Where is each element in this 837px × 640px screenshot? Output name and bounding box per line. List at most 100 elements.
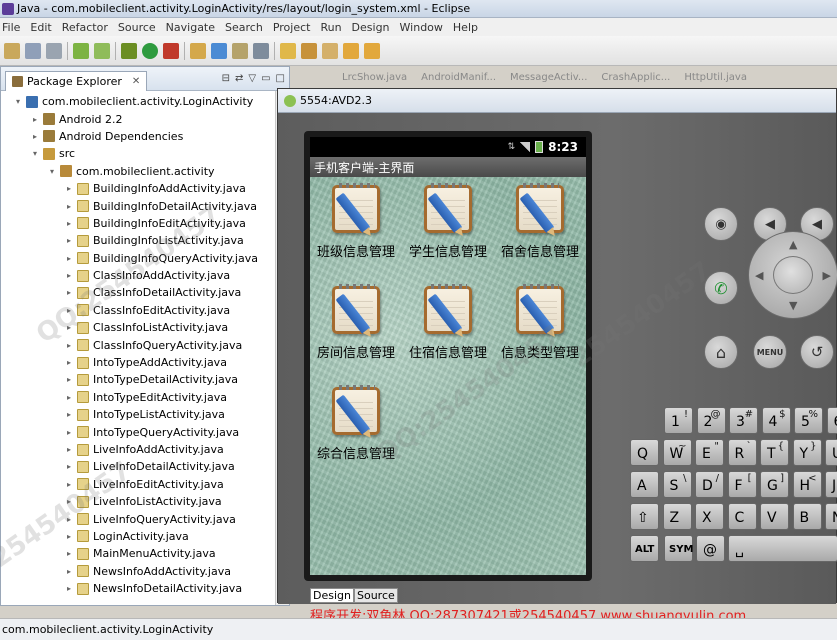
keyboard-key[interactable]: ALT (630, 535, 659, 562)
new-icon[interactable] (4, 42, 20, 59)
collapse-arrow-icon[interactable]: ▾ (30, 149, 40, 158)
menu-project[interactable]: Project (271, 21, 319, 34)
keyboard-key[interactable]: F[ (727, 471, 757, 498)
expand-arrow-icon[interactable]: ▸ (64, 532, 74, 541)
expand-arrow-icon[interactable]: ▸ (64, 549, 74, 558)
keyboard-key[interactable]: C (727, 503, 757, 530)
android-sdk-icon[interactable] (73, 42, 89, 59)
expand-arrow-icon[interactable]: ▸ (64, 375, 74, 384)
keyboard-key[interactable]: ␣ (728, 535, 837, 562)
menu-navigate[interactable]: Navigate (164, 21, 223, 34)
keyboard-key[interactable]: D / (695, 471, 724, 498)
tree-item[interactable]: ▸ LiveInfoListActivity.java (1, 493, 289, 510)
menu-window[interactable]: Window (398, 21, 451, 34)
search-icon[interactable] (253, 42, 269, 59)
keyboard-key[interactable]: U (825, 439, 837, 466)
package-explorer-tab[interactable]: Package Explorer ✕ (5, 70, 148, 91)
expand-arrow-icon[interactable]: ▸ (64, 584, 74, 593)
keyboard-key[interactable]: 3 # (729, 407, 758, 434)
call-icon[interactable]: ✆ (704, 271, 738, 305)
keyboard-key[interactable]: @ (696, 535, 725, 562)
new-java-package-icon[interactable] (190, 42, 206, 59)
back-icon[interactable]: ↺ (800, 335, 834, 369)
expand-arrow-icon[interactable]: ▸ (64, 184, 74, 193)
menu-search[interactable]: Search (223, 21, 271, 34)
expand-arrow-icon[interactable]: ▸ (64, 254, 74, 263)
expand-arrow-icon[interactable]: ▸ (64, 410, 74, 419)
tree-item[interactable]: ▸ BuildingInfoAddActivity.java (1, 180, 289, 197)
keyboard-key[interactable]: X (695, 503, 724, 530)
tree-item[interactable]: ▸ LiveInfoAddActivity.java (1, 441, 289, 458)
home-icon[interactable]: ⌂ (704, 335, 738, 369)
external-tools-icon[interactable] (163, 42, 179, 59)
camera-icon[interactable]: ◉ (704, 207, 738, 241)
dpad-center-button[interactable] (773, 256, 813, 294)
tree-item[interactable]: ▸ IntoTypeListActivity.java (1, 406, 289, 423)
keyboard-key[interactable]: R ` (727, 439, 757, 466)
back-arrow-icon[interactable] (343, 42, 359, 59)
keyboard-key[interactable]: E " (695, 439, 724, 466)
tree-item[interactable]: ▾ com.mobileclient.activity.LoginActivity (1, 93, 289, 110)
open-folder-icon[interactable] (280, 42, 296, 59)
editor-tab[interactable]: CrashApplic... (597, 70, 674, 90)
editor-tab[interactable]: MessageActiv... (506, 70, 591, 90)
tree-item[interactable]: ▸ ClassInfoDetailActivity.java (1, 284, 289, 301)
collapse-arrow-icon[interactable]: ▾ (47, 167, 57, 176)
keyboard-key[interactable]: B (792, 503, 822, 530)
expand-arrow-icon[interactable]: ▸ (64, 219, 74, 228)
menu-edit[interactable]: Edit (28, 21, 59, 34)
tree-item[interactable]: ▸ BuildingInfoQueryActivity.java (1, 250, 289, 267)
tree-item[interactable]: ▸ IntoTypeEditActivity.java (1, 389, 289, 406)
keyboard-key[interactable]: SYM (664, 535, 693, 562)
save-icon[interactable] (25, 42, 41, 59)
expand-arrow-icon[interactable]: ▸ (64, 236, 74, 245)
collapse-arrow-icon[interactable]: ▾ (13, 97, 23, 106)
expand-arrow-icon[interactable]: ▸ (30, 132, 40, 141)
tree-item[interactable]: ▾ com.mobileclient.activity (1, 163, 289, 180)
tree-item[interactable]: ▸ LoginActivity.java (1, 528, 289, 545)
editor-tab[interactable]: HttpUtil.java (680, 70, 751, 90)
tree-item[interactable]: ▸ Android Dependencies (1, 128, 289, 145)
expand-arrow-icon[interactable]: ▸ (64, 428, 74, 437)
collapse-all-icon[interactable]: ⊟ (222, 73, 230, 84)
expand-arrow-icon[interactable]: ▸ (64, 567, 74, 576)
dpad-right-icon[interactable]: ▶ (823, 269, 831, 282)
expand-arrow-icon[interactable]: ▸ (64, 271, 74, 280)
keyboard-key[interactable]: G] (760, 471, 789, 498)
link-with-editor-icon[interactable]: ⇄ (235, 73, 243, 84)
tree-item[interactable]: ▸ NewsInfoDetailActivity.java (1, 580, 289, 597)
dpad-down-icon[interactable]: ▼ (789, 299, 797, 312)
keyboard-key[interactable]: S \ (662, 471, 692, 498)
tab-source[interactable]: Source (353, 588, 398, 603)
menu-run[interactable]: Run (318, 21, 349, 34)
tree-item[interactable]: ▸ NewsInfoAddActivity.java (1, 563, 289, 580)
tree-item[interactable]: ▸ ClassInfoListActivity.java (1, 319, 289, 336)
keyboard-key[interactable]: 4 $ (761, 407, 791, 434)
editor-tab[interactable]: AndroidManif... (417, 70, 500, 90)
expand-arrow-icon[interactable]: ▸ (64, 462, 74, 471)
tree-item[interactable]: ▸ Android 2.2 (1, 110, 289, 127)
keyboard-key[interactable]: Q (630, 439, 659, 466)
keyboard-key[interactable]: 2 @ (696, 407, 726, 434)
menu-help[interactable]: Help (451, 21, 486, 34)
tree-item[interactable]: ▸ IntoTypeAddActivity.java (1, 354, 289, 371)
expand-arrow-icon[interactable]: ▸ (64, 445, 74, 454)
tree-item[interactable]: ▸ LiveInfoQueryActivity.java (1, 510, 289, 527)
print-icon[interactable] (46, 42, 62, 59)
tree-item[interactable]: ▸ ClassInfoQueryActivity.java (1, 336, 289, 353)
maximize-icon[interactable]: □ (276, 73, 285, 84)
expand-arrow-icon[interactable]: ▸ (64, 393, 74, 402)
dpad-left-icon[interactable]: ◀ (755, 269, 763, 282)
tree-item[interactable]: ▸ ClassInfoEditActivity.java (1, 302, 289, 319)
keyboard-key[interactable]: ⇧ (630, 503, 659, 530)
keyboard-key[interactable]: J (825, 471, 837, 498)
keyboard-key[interactable]: W ~ (662, 439, 692, 466)
tree-item[interactable]: ▸ BuildingInfoEditActivity.java (1, 215, 289, 232)
tree-item[interactable]: ▸ MainMenuActivity.java (1, 545, 289, 562)
keyboard-key[interactable]: A (630, 471, 659, 498)
expand-arrow-icon[interactable]: ▸ (64, 323, 74, 332)
keyboard-key[interactable]: 5% (794, 407, 823, 434)
forward-arrow-icon[interactable] (364, 42, 380, 59)
keyboard-key[interactable]: H < (792, 471, 822, 498)
expand-arrow-icon[interactable]: ▸ (64, 202, 74, 211)
